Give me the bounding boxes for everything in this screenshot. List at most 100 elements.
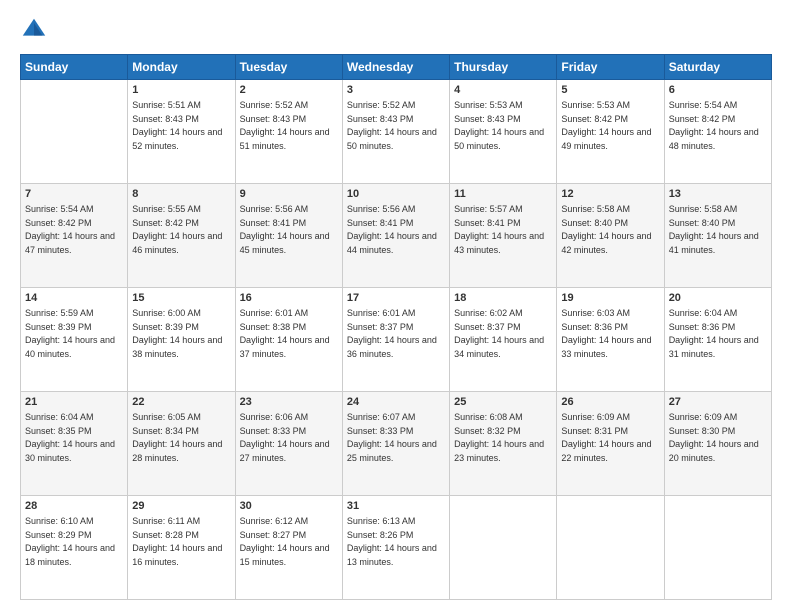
- day-info: Sunrise: 5:53 AMSunset: 8:42 PMDaylight:…: [561, 100, 651, 151]
- calendar-cell: 5 Sunrise: 5:53 AMSunset: 8:42 PMDayligh…: [557, 80, 664, 184]
- day-number: 18: [454, 291, 552, 306]
- calendar-week-row: 14 Sunrise: 5:59 AMSunset: 8:39 PMDaylig…: [21, 288, 772, 392]
- day-info: Sunrise: 6:11 AMSunset: 8:28 PMDaylight:…: [132, 516, 222, 567]
- calendar-table: SundayMondayTuesdayWednesdayThursdayFrid…: [20, 54, 772, 600]
- day-number: 31: [347, 499, 445, 514]
- calendar-week-row: 7 Sunrise: 5:54 AMSunset: 8:42 PMDayligh…: [21, 184, 772, 288]
- calendar-cell: 22 Sunrise: 6:05 AMSunset: 8:34 PMDaylig…: [128, 392, 235, 496]
- day-info: Sunrise: 5:52 AMSunset: 8:43 PMDaylight:…: [240, 100, 330, 151]
- day-info: Sunrise: 5:54 AMSunset: 8:42 PMDaylight:…: [25, 204, 115, 255]
- day-number: 23: [240, 395, 338, 410]
- calendar-cell: 3 Sunrise: 5:52 AMSunset: 8:43 PMDayligh…: [342, 80, 449, 184]
- day-info: Sunrise: 5:58 AMSunset: 8:40 PMDaylight:…: [561, 204, 651, 255]
- weekday-header-thursday: Thursday: [450, 55, 557, 80]
- day-info: Sunrise: 6:01 AMSunset: 8:37 PMDaylight:…: [347, 308, 437, 359]
- day-info: Sunrise: 6:02 AMSunset: 8:37 PMDaylight:…: [454, 308, 544, 359]
- calendar-cell: 24 Sunrise: 6:07 AMSunset: 8:33 PMDaylig…: [342, 392, 449, 496]
- day-info: Sunrise: 6:00 AMSunset: 8:39 PMDaylight:…: [132, 308, 222, 359]
- day-number: 25: [454, 395, 552, 410]
- calendar-cell: 1 Sunrise: 5:51 AMSunset: 8:43 PMDayligh…: [128, 80, 235, 184]
- day-info: Sunrise: 5:52 AMSunset: 8:43 PMDaylight:…: [347, 100, 437, 151]
- day-info: Sunrise: 5:59 AMSunset: 8:39 PMDaylight:…: [25, 308, 115, 359]
- calendar-cell: 16 Sunrise: 6:01 AMSunset: 8:38 PMDaylig…: [235, 288, 342, 392]
- weekday-header-sunday: Sunday: [21, 55, 128, 80]
- day-number: 15: [132, 291, 230, 306]
- day-info: Sunrise: 6:05 AMSunset: 8:34 PMDaylight:…: [132, 412, 222, 463]
- day-info: Sunrise: 6:09 AMSunset: 8:31 PMDaylight:…: [561, 412, 651, 463]
- day-number: 13: [669, 187, 767, 202]
- calendar-cell: 21 Sunrise: 6:04 AMSunset: 8:35 PMDaylig…: [21, 392, 128, 496]
- day-info: Sunrise: 6:04 AMSunset: 8:35 PMDaylight:…: [25, 412, 115, 463]
- weekday-header-row: SundayMondayTuesdayWednesdayThursdayFrid…: [21, 55, 772, 80]
- day-number: 11: [454, 187, 552, 202]
- calendar-cell: 15 Sunrise: 6:00 AMSunset: 8:39 PMDaylig…: [128, 288, 235, 392]
- day-number: 21: [25, 395, 123, 410]
- calendar-cell: 20 Sunrise: 6:04 AMSunset: 8:36 PMDaylig…: [664, 288, 771, 392]
- day-number: 12: [561, 187, 659, 202]
- calendar-cell: 25 Sunrise: 6:08 AMSunset: 8:32 PMDaylig…: [450, 392, 557, 496]
- calendar-cell: 30 Sunrise: 6:12 AMSunset: 8:27 PMDaylig…: [235, 496, 342, 600]
- day-info: Sunrise: 5:56 AMSunset: 8:41 PMDaylight:…: [240, 204, 330, 255]
- calendar-cell: 14 Sunrise: 5:59 AMSunset: 8:39 PMDaylig…: [21, 288, 128, 392]
- day-number: 20: [669, 291, 767, 306]
- calendar-cell: 31 Sunrise: 6:13 AMSunset: 8:26 PMDaylig…: [342, 496, 449, 600]
- day-info: Sunrise: 5:54 AMSunset: 8:42 PMDaylight:…: [669, 100, 759, 151]
- day-number: 10: [347, 187, 445, 202]
- day-number: 26: [561, 395, 659, 410]
- calendar-cell: 9 Sunrise: 5:56 AMSunset: 8:41 PMDayligh…: [235, 184, 342, 288]
- day-info: Sunrise: 5:57 AMSunset: 8:41 PMDaylight:…: [454, 204, 544, 255]
- calendar-cell: 26 Sunrise: 6:09 AMSunset: 8:31 PMDaylig…: [557, 392, 664, 496]
- day-number: 9: [240, 187, 338, 202]
- day-number: 1: [132, 83, 230, 98]
- day-number: 29: [132, 499, 230, 514]
- day-info: Sunrise: 6:10 AMSunset: 8:29 PMDaylight:…: [25, 516, 115, 567]
- calendar-cell: 4 Sunrise: 5:53 AMSunset: 8:43 PMDayligh…: [450, 80, 557, 184]
- calendar-cell: [21, 80, 128, 184]
- weekday-header-friday: Friday: [557, 55, 664, 80]
- day-info: Sunrise: 6:09 AMSunset: 8:30 PMDaylight:…: [669, 412, 759, 463]
- calendar-cell: 27 Sunrise: 6:09 AMSunset: 8:30 PMDaylig…: [664, 392, 771, 496]
- calendar-cell: [664, 496, 771, 600]
- page: SundayMondayTuesdayWednesdayThursdayFrid…: [0, 0, 792, 612]
- calendar-cell: 7 Sunrise: 5:54 AMSunset: 8:42 PMDayligh…: [21, 184, 128, 288]
- calendar-week-row: 1 Sunrise: 5:51 AMSunset: 8:43 PMDayligh…: [21, 80, 772, 184]
- calendar-cell: [450, 496, 557, 600]
- day-info: Sunrise: 6:13 AMSunset: 8:26 PMDaylight:…: [347, 516, 437, 567]
- calendar-cell: 13 Sunrise: 5:58 AMSunset: 8:40 PMDaylig…: [664, 184, 771, 288]
- day-number: 7: [25, 187, 123, 202]
- weekday-header-wednesday: Wednesday: [342, 55, 449, 80]
- calendar-cell: 23 Sunrise: 6:06 AMSunset: 8:33 PMDaylig…: [235, 392, 342, 496]
- logo: [20, 16, 52, 44]
- day-info: Sunrise: 6:03 AMSunset: 8:36 PMDaylight:…: [561, 308, 651, 359]
- calendar-cell: 19 Sunrise: 6:03 AMSunset: 8:36 PMDaylig…: [557, 288, 664, 392]
- day-info: Sunrise: 5:56 AMSunset: 8:41 PMDaylight:…: [347, 204, 437, 255]
- calendar-week-row: 28 Sunrise: 6:10 AMSunset: 8:29 PMDaylig…: [21, 496, 772, 600]
- calendar-cell: 29 Sunrise: 6:11 AMSunset: 8:28 PMDaylig…: [128, 496, 235, 600]
- calendar-cell: 28 Sunrise: 6:10 AMSunset: 8:29 PMDaylig…: [21, 496, 128, 600]
- day-number: 5: [561, 83, 659, 98]
- day-number: 2: [240, 83, 338, 98]
- calendar-cell: [557, 496, 664, 600]
- day-number: 27: [669, 395, 767, 410]
- day-info: Sunrise: 6:06 AMSunset: 8:33 PMDaylight:…: [240, 412, 330, 463]
- day-info: Sunrise: 5:53 AMSunset: 8:43 PMDaylight:…: [454, 100, 544, 151]
- weekday-header-tuesday: Tuesday: [235, 55, 342, 80]
- calendar-cell: 11 Sunrise: 5:57 AMSunset: 8:41 PMDaylig…: [450, 184, 557, 288]
- calendar-week-row: 21 Sunrise: 6:04 AMSunset: 8:35 PMDaylig…: [21, 392, 772, 496]
- day-info: Sunrise: 6:12 AMSunset: 8:27 PMDaylight:…: [240, 516, 330, 567]
- day-number: 19: [561, 291, 659, 306]
- day-number: 17: [347, 291, 445, 306]
- day-number: 30: [240, 499, 338, 514]
- weekday-header-monday: Monday: [128, 55, 235, 80]
- day-info: Sunrise: 6:07 AMSunset: 8:33 PMDaylight:…: [347, 412, 437, 463]
- day-number: 4: [454, 83, 552, 98]
- calendar-cell: 8 Sunrise: 5:55 AMSunset: 8:42 PMDayligh…: [128, 184, 235, 288]
- calendar-cell: 12 Sunrise: 5:58 AMSunset: 8:40 PMDaylig…: [557, 184, 664, 288]
- calendar-cell: 17 Sunrise: 6:01 AMSunset: 8:37 PMDaylig…: [342, 288, 449, 392]
- day-info: Sunrise: 6:01 AMSunset: 8:38 PMDaylight:…: [240, 308, 330, 359]
- day-info: Sunrise: 5:58 AMSunset: 8:40 PMDaylight:…: [669, 204, 759, 255]
- day-info: Sunrise: 6:08 AMSunset: 8:32 PMDaylight:…: [454, 412, 544, 463]
- day-number: 28: [25, 499, 123, 514]
- day-info: Sunrise: 6:04 AMSunset: 8:36 PMDaylight:…: [669, 308, 759, 359]
- calendar-cell: 2 Sunrise: 5:52 AMSunset: 8:43 PMDayligh…: [235, 80, 342, 184]
